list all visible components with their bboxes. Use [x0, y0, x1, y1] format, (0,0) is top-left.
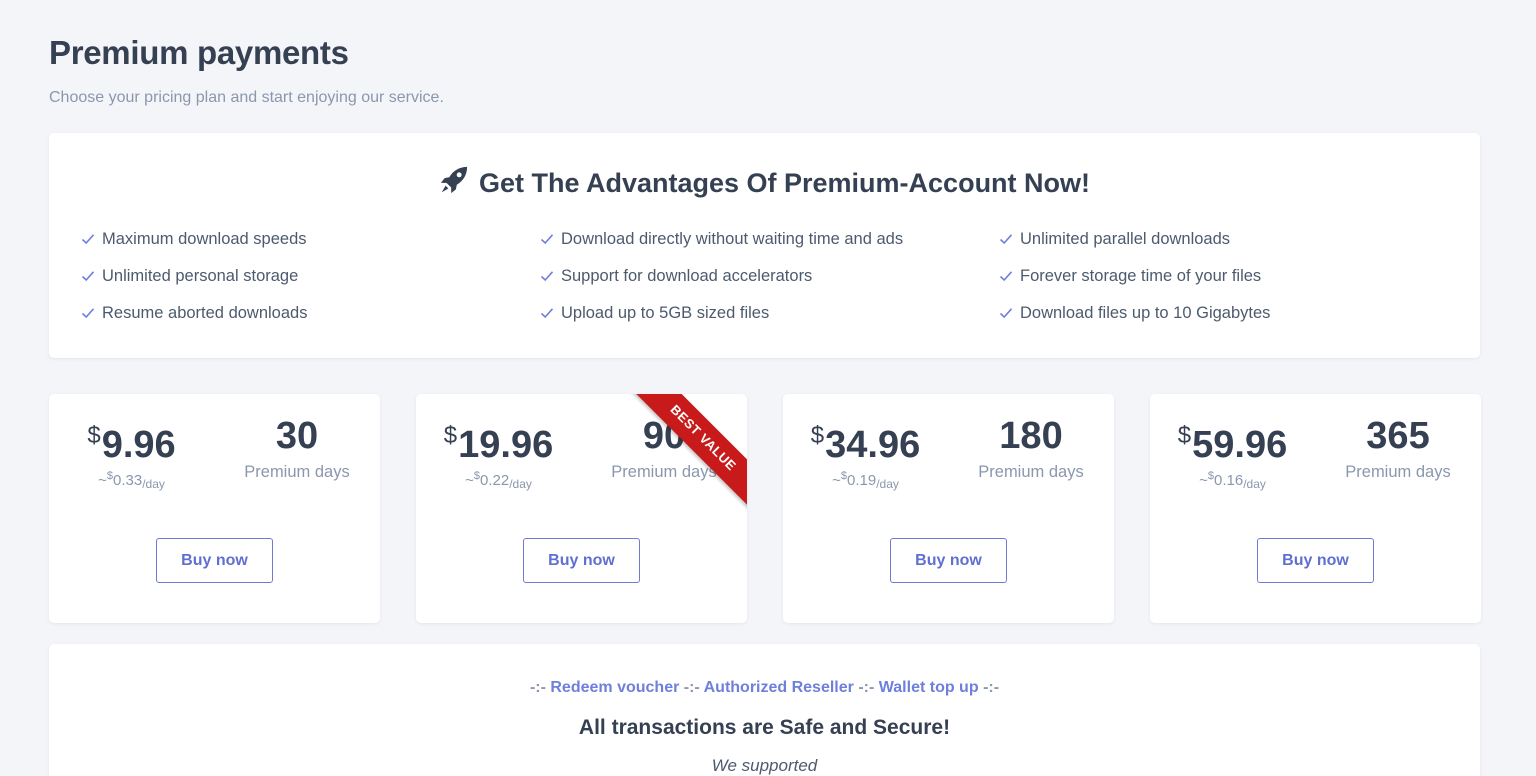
feature-item: Download directly without waiting time a… [540, 228, 999, 250]
advantages-card: Get The Advantages Of Premium-Account No… [49, 133, 1480, 358]
buy-now-button[interactable]: Buy now [523, 538, 640, 583]
buy-now-button[interactable]: Buy now [156, 538, 273, 583]
rocket-icon [439, 165, 469, 202]
feature-item: Support for download accelerators [540, 265, 999, 287]
plan-price: $59.96 [1150, 414, 1315, 467]
separator: -:- [683, 679, 700, 696]
currency-symbol: $ [443, 422, 458, 449]
price-per-day: ~$0.22/day [416, 470, 581, 491]
authorized-reseller-link[interactable]: Authorized Reseller [704, 679, 854, 696]
per-day-value: 0.33 [113, 472, 143, 489]
feature-item: Unlimited parallel downloads [999, 228, 1458, 250]
feature-label: Upload up to 5GB sized files [561, 303, 770, 322]
feature-label: Unlimited personal storage [102, 266, 299, 285]
advantages-heading: Get The Advantages Of Premium-Account No… [49, 165, 1480, 202]
check-icon [540, 308, 554, 319]
price-box: $19.96 ~$0.22/day [416, 414, 581, 491]
per-day-prefix: ~ [465, 472, 474, 489]
price-box: $59.96 ~$0.16/day [1150, 414, 1315, 491]
separator: -:- [983, 679, 1000, 696]
plan-days: 365 [1366, 415, 1430, 457]
price-per-day: ~$0.16/day [1150, 470, 1315, 491]
check-icon [540, 234, 554, 245]
plan-price: $9.96 [49, 414, 214, 467]
check-icon [999, 271, 1013, 282]
days-box: 30 Premium days [214, 414, 380, 482]
check-icon [999, 234, 1013, 245]
days-box: 365 Premium days [1315, 414, 1481, 482]
plan-card-180-days: $34.96 ~$0.19/day 180 Premium days Buy n… [783, 394, 1114, 623]
plan-card-365-days: $59.96 ~$0.16/day 365 Premium days Buy n… [1150, 394, 1481, 623]
plan-price: $19.96 [416, 414, 581, 467]
per-day-unit: /day [509, 477, 532, 491]
check-icon [999, 308, 1013, 319]
features-list: Maximum download speeds Download directl… [81, 228, 1461, 324]
price-per-day: ~$0.33/day [49, 470, 214, 491]
buy-now-button[interactable]: Buy now [1257, 538, 1374, 583]
redeem-voucher-link[interactable]: Redeem voucher [550, 679, 679, 696]
feature-label: Forever storage time of your files [1020, 266, 1262, 285]
plan-days: 30 [275, 415, 319, 457]
check-icon [540, 271, 554, 282]
page-title: Premium payments [49, 34, 349, 71]
separator: -:- [858, 679, 875, 696]
days-box: 180 Premium days [948, 414, 1114, 482]
separator: -:- [529, 679, 546, 696]
safe-secure-text: All transactions are Safe and Secure! [578, 716, 951, 739]
feature-label: Unlimited parallel downloads [1020, 229, 1231, 248]
page-subtitle: Choose your pricing plan and start enjoy… [49, 89, 444, 106]
price-value: 9.96 [101, 424, 176, 466]
feature-item: Resume aborted downloads [81, 302, 540, 324]
feature-label: Download files up to 10 Gigabytes [1020, 303, 1271, 322]
price-box: $34.96 ~$0.19/day [783, 414, 948, 491]
check-icon [81, 234, 95, 245]
plan-days-label: Premium days [244, 463, 350, 481]
feature-item: Upload up to 5GB sized files [540, 302, 999, 324]
check-icon [81, 308, 95, 319]
payment-options-card: -:- Redeem voucher -:- Authorized Resell… [49, 644, 1480, 776]
plan-days-label: Premium days [1345, 463, 1451, 481]
feature-item: Forever storage time of your files [999, 265, 1458, 287]
per-day-unit: /day [876, 477, 899, 491]
wallet-top-up-link[interactable]: Wallet top up [879, 679, 979, 696]
feature-label: Support for download accelerators [561, 266, 813, 285]
feature-item: Unlimited personal storage [81, 265, 540, 287]
plan-days: 180 [999, 415, 1063, 457]
price-value: 59.96 [1192, 424, 1288, 466]
price-per-day: ~$0.19/day [783, 470, 948, 491]
feature-label: Resume aborted downloads [102, 303, 308, 322]
per-day-value: 0.22 [480, 472, 510, 489]
check-icon [81, 271, 95, 282]
price-value: 19.96 [458, 424, 554, 466]
currency-symbol: $ [810, 422, 825, 449]
feature-label: Download directly without waiting time a… [561, 229, 904, 248]
feature-item: Download files up to 10 Gigabytes [999, 302, 1458, 324]
per-day-prefix: ~ [832, 472, 841, 489]
per-day-prefix: ~ [98, 472, 107, 489]
per-day-unit: /day [1243, 477, 1266, 491]
per-day-value: 0.19 [847, 472, 877, 489]
we-supported-text: We supported [711, 756, 818, 775]
currency-symbol: $ [1177, 422, 1192, 449]
per-day-unit: /day [142, 477, 165, 491]
per-day-value: 0.16 [1214, 472, 1244, 489]
plan-days-label: Premium days [978, 463, 1084, 481]
feature-item: Maximum download speeds [81, 228, 540, 250]
plan-card-90-days: $19.96 ~$0.22/day 90 Premium days BEST V… [416, 394, 747, 623]
feature-label: Maximum download speeds [102, 229, 307, 248]
plan-card-30-days: $9.96 ~$0.33/day 30 Premium days Buy now [49, 394, 380, 623]
price-box: $9.96 ~$0.33/day [49, 414, 214, 491]
per-day-prefix: ~ [1199, 472, 1208, 489]
currency-symbol: $ [87, 422, 101, 449]
price-value: 34.96 [825, 424, 921, 466]
plan-price: $34.96 [783, 414, 948, 467]
buy-now-button[interactable]: Buy now [890, 538, 1007, 583]
advantages-heading-text: Get The Advantages Of Premium-Account No… [478, 168, 1091, 198]
payment-links: -:- Redeem voucher -:- Authorized Resell… [49, 679, 1480, 697]
